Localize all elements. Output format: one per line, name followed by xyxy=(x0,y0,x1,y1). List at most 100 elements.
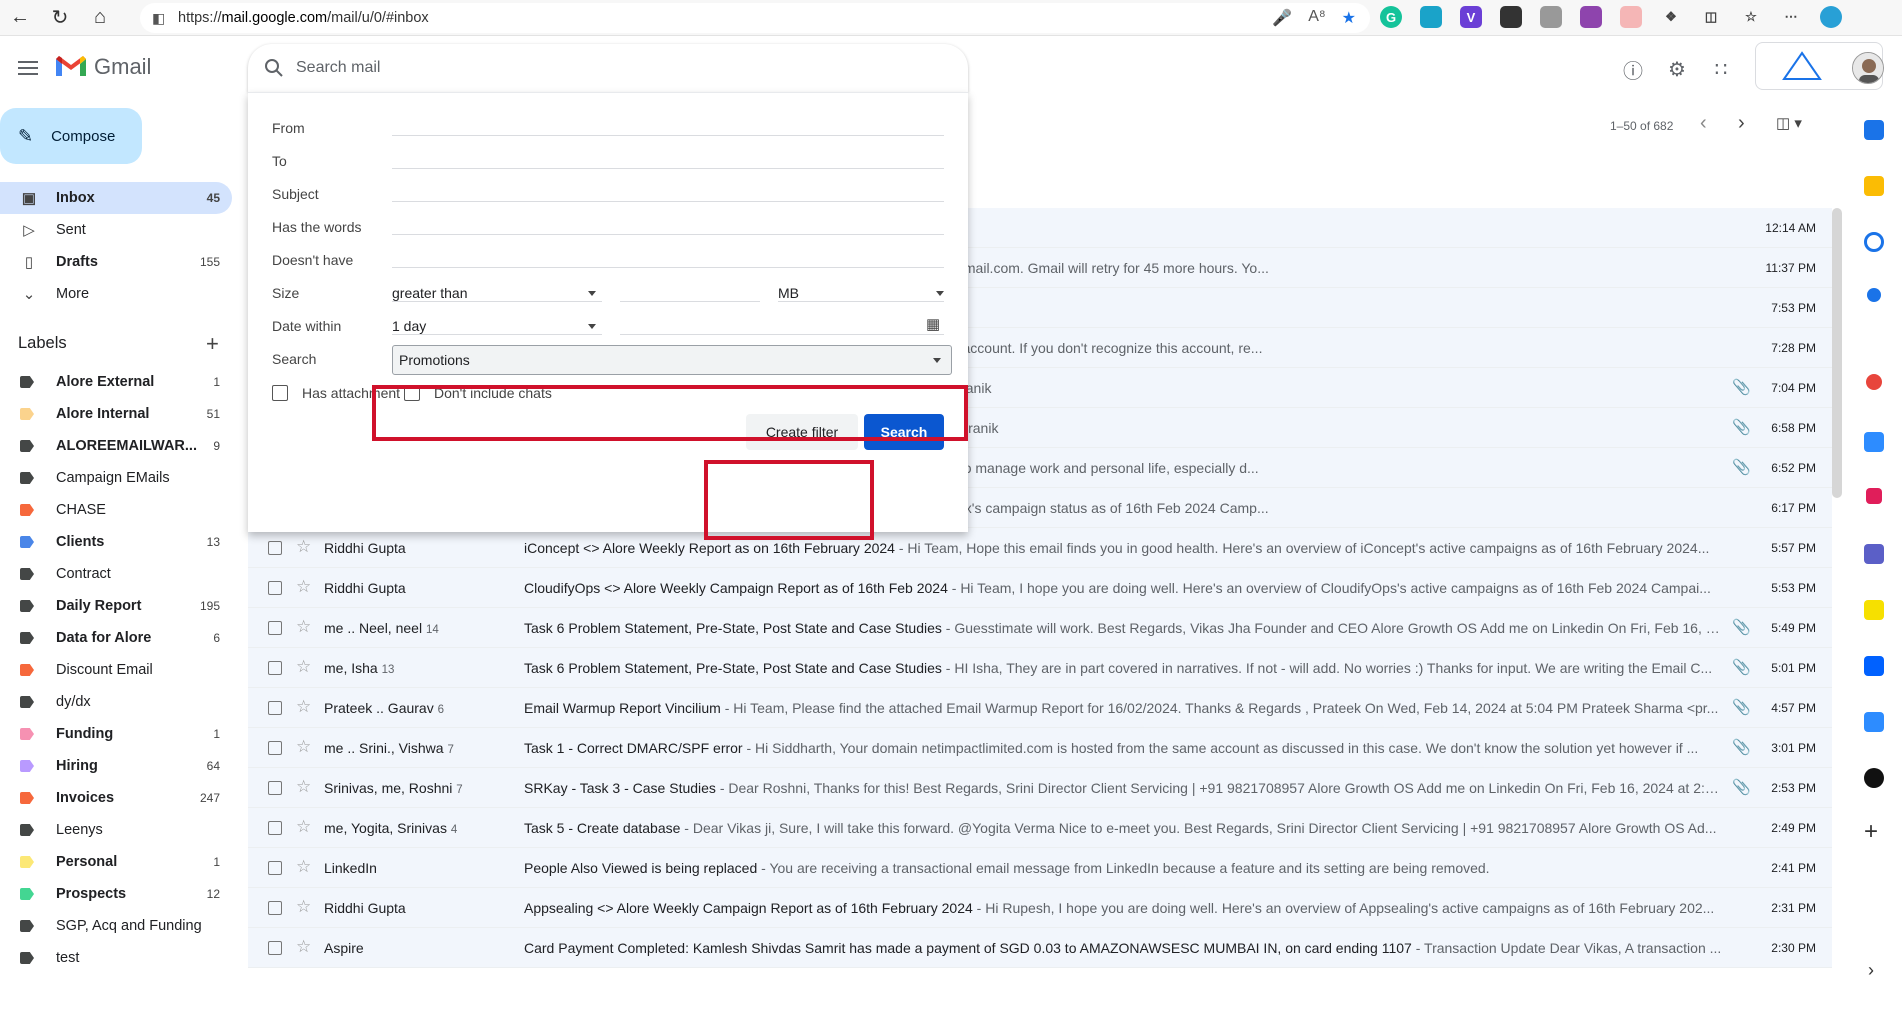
sidebar-label-item[interactable]: Invoices 247 xyxy=(0,782,232,814)
email-row[interactable]: ☆ Riddhi Gupta Appsealing <> Alore Weekly… xyxy=(248,888,1832,928)
star-icon[interactable]: ☆ xyxy=(296,777,311,797)
star-icon[interactable]: ☆ xyxy=(296,657,311,677)
attachment-icon[interactable]: 📎 xyxy=(1732,378,1751,396)
row-checkbox[interactable] xyxy=(268,861,282,875)
extension-icon-4[interactable] xyxy=(1500,6,1522,28)
extensions-puzzle-icon[interactable]: ❖ xyxy=(1660,6,1682,28)
search-scope-select[interactable]: Promotions xyxy=(392,345,952,375)
attachment-icon[interactable]: 📎 xyxy=(1732,458,1751,476)
chevron-left-icon[interactable]: ‹ xyxy=(1700,112,1707,135)
row-checkbox[interactable] xyxy=(268,781,282,795)
star-icon[interactable]: ☆ xyxy=(296,897,311,917)
sidebar-item-inbox[interactable]: ▣ Inbox 45 xyxy=(0,182,232,214)
home-icon[interactable]: ⌂ xyxy=(80,0,120,36)
back-icon[interactable]: ← xyxy=(0,0,40,36)
sidebar-label-item[interactable]: Prospects 12 xyxy=(0,878,232,910)
keep-app-icon[interactable] xyxy=(1864,176,1884,196)
calendar-icon[interactable]: ▦ xyxy=(926,315,940,333)
avatar[interactable] xyxy=(1852,52,1884,84)
row-checkbox[interactable] xyxy=(268,661,282,675)
more-menu-icon[interactable]: ⋯ xyxy=(1780,6,1802,28)
attachment-icon[interactable]: 📎 xyxy=(1732,418,1751,436)
attachment-icon[interactable]: 📎 xyxy=(1732,618,1751,636)
favorite-star-icon[interactable]: ★ xyxy=(1342,8,1356,28)
search-input[interactable]: Search mail xyxy=(296,59,380,77)
read-aloud-icon[interactable]: A⁸ xyxy=(1308,8,1325,28)
doesnt-have-field[interactable] xyxy=(392,267,944,268)
contacts-app-icon[interactable] xyxy=(1867,288,1881,302)
grammarly-extension-icon[interactable]: G xyxy=(1380,6,1402,28)
email-row[interactable]: ☆ me, Isha 13 Task 6 Problem Statement, Pr… xyxy=(248,648,1832,688)
attachment-icon[interactable]: 📎 xyxy=(1732,698,1751,716)
row-checkbox[interactable] xyxy=(268,941,282,955)
row-checkbox[interactable] xyxy=(268,901,282,915)
sidebar-label-item[interactable]: Leenys xyxy=(0,814,232,846)
extension-icon-5[interactable] xyxy=(1540,6,1562,28)
from-field[interactable] xyxy=(392,135,944,136)
compose-button[interactable]: ✎ Compose xyxy=(0,108,142,164)
row-checkbox[interactable] xyxy=(268,701,282,715)
to-field[interactable] xyxy=(392,168,944,169)
star-icon[interactable]: ☆ xyxy=(296,697,311,717)
microphone-icon[interactable]: 🎤 xyxy=(1272,8,1292,28)
size-value-field[interactable] xyxy=(620,301,760,302)
address-bar[interactable]: ◧ https://mail.google.com/mail/u/0/#inbo… xyxy=(140,3,1370,33)
sidebar-label-item[interactable]: SGP, Acq and Funding xyxy=(0,910,232,942)
attachment-icon[interactable]: 📎 xyxy=(1732,658,1751,676)
zoom-app-icon[interactable] xyxy=(1864,432,1884,452)
sidebar-label-item[interactable]: Alore Internal 51 xyxy=(0,398,232,430)
star-icon[interactable]: ☆ xyxy=(296,537,311,557)
has-attachment-checkbox[interactable] xyxy=(272,385,288,401)
extension-icon-6[interactable] xyxy=(1580,6,1602,28)
grammarly-app-icon[interactable] xyxy=(1864,768,1884,788)
chevron-right-icon[interactable]: › xyxy=(1738,112,1745,135)
email-row[interactable]: ☆ Riddhi Gupta CloudifyOps <> Alore Weekl… xyxy=(248,568,1832,608)
zoom-meetings-icon[interactable] xyxy=(1864,712,1884,732)
star-icon[interactable]: ☆ xyxy=(296,817,311,837)
gear-icon[interactable]: ⚙ xyxy=(1664,56,1690,82)
sidebar-label-item[interactable]: Hiring 64 xyxy=(0,750,232,782)
site-info-icon[interactable]: ◧ xyxy=(152,10,178,27)
subject-field[interactable] xyxy=(392,201,944,202)
row-checkbox[interactable] xyxy=(268,821,282,835)
sidebar-label-item[interactable]: dy/dx xyxy=(0,686,232,718)
search-icon[interactable] xyxy=(262,56,286,80)
help-icon[interactable]: ⓘ xyxy=(1620,56,1646,83)
expand-panel-icon[interactable]: › xyxy=(1868,960,1874,981)
copilot-icon[interactable] xyxy=(1820,6,1842,28)
email-row[interactable]: ☆ Riddhi Gupta iConcept <> Alore Weekly R… xyxy=(248,528,1832,568)
search-bar[interactable]: Search mail xyxy=(248,44,968,92)
has-words-field[interactable] xyxy=(392,234,944,235)
star-icon[interactable]: ☆ xyxy=(296,857,311,877)
email-row[interactable]: ☆ me .. Neel, neel 14 Task 6 Problem State… xyxy=(248,608,1832,648)
attachment-icon[interactable]: 📎 xyxy=(1732,738,1751,756)
sidebar-label-item[interactable]: Funding 1 xyxy=(0,718,232,750)
sidebar-label-item[interactable]: Contract xyxy=(0,558,232,590)
teams-app-icon[interactable] xyxy=(1864,544,1884,564)
sidebar-label-item[interactable]: Daily Report 195 xyxy=(0,590,232,622)
gmail-logo[interactable]: Gmail xyxy=(56,54,151,80)
email-row[interactable]: ☆ Prateek .. Gaurav 6 Email Warmup Report … xyxy=(248,688,1832,728)
star-icon[interactable]: ☆ xyxy=(296,937,311,957)
sidebar-label-item[interactable]: Personal 1 xyxy=(0,846,232,878)
attachment-icon[interactable]: 📎 xyxy=(1732,778,1751,796)
email-row[interactable]: ☆ me, Yogita, Srinivas 4 Task 5 - Create d… xyxy=(248,808,1832,848)
add-label-icon[interactable]: + xyxy=(206,331,219,357)
row-checkbox[interactable] xyxy=(268,741,282,755)
add-app-icon[interactable]: + xyxy=(1864,818,1878,846)
email-row[interactable]: ☆ Srinivas, me, Roshni 7 SRKay - Task 3 - … xyxy=(248,768,1832,808)
slack-app-icon[interactable] xyxy=(1866,488,1882,504)
row-checkbox[interactable] xyxy=(268,581,282,595)
star-icon[interactable]: ☆ xyxy=(296,577,311,597)
asana-app-icon[interactable] xyxy=(1866,374,1882,390)
sidebar-item-more[interactable]: ⌄ More xyxy=(0,278,232,310)
sidebar-label-item[interactable]: Data for Alore 6 xyxy=(0,622,232,654)
sidebar-item-drafts[interactable]: ▯ Drafts 155 xyxy=(0,246,232,278)
sidebar-label-item[interactable]: Clients 13 xyxy=(0,526,232,558)
email-row[interactable]: ☆ Aspire Card Payment Completed: Kamlesh … xyxy=(248,928,1832,968)
favorites-icon[interactable]: ☆ xyxy=(1740,6,1762,28)
sidebar-label-item[interactable]: Campaign EMails xyxy=(0,462,232,494)
scrollbar[interactable] xyxy=(1832,208,1842,498)
sidebar-label-item[interactable]: CHASE xyxy=(0,494,232,526)
google-apps-icon[interactable]: ∷ xyxy=(1708,56,1734,82)
